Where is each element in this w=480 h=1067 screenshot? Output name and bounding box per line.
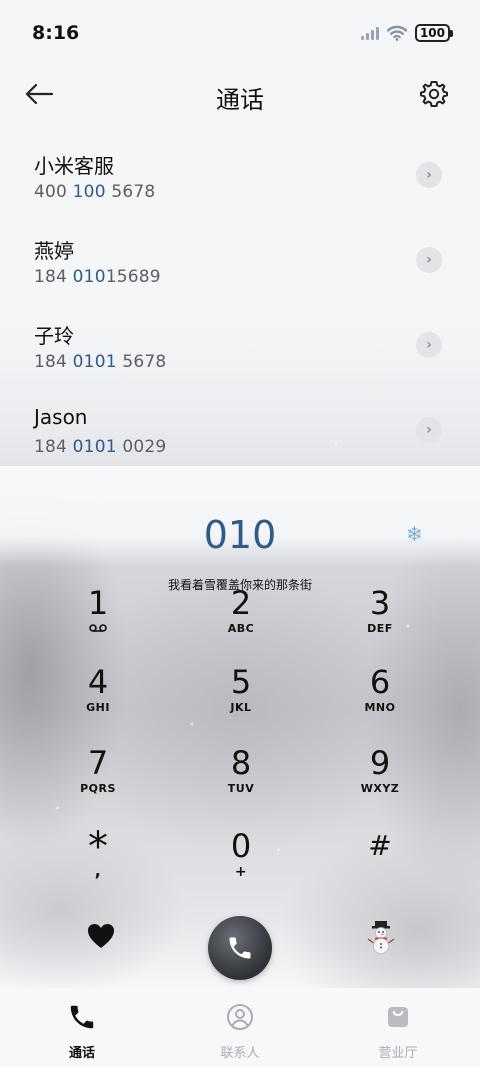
key-letters: GHI xyxy=(86,701,110,714)
key-5[interactable]: 5 JKL xyxy=(181,663,301,739)
contact-name: 燕婷 xyxy=(34,239,74,263)
key-2[interactable]: 2 ABC xyxy=(181,584,301,660)
contact-name: Jason xyxy=(34,405,88,429)
key-letters: WXYZ xyxy=(360,782,400,795)
key-letters: TUV xyxy=(227,782,255,795)
snowman-icon[interactable] xyxy=(366,920,396,954)
chevron-right-icon[interactable]: › xyxy=(416,332,442,358)
key-letters: + xyxy=(234,864,248,880)
key-7[interactable]: 7 PQRS xyxy=(38,744,158,820)
key-letters: ABC xyxy=(227,622,255,635)
key-digit: 0 xyxy=(230,827,252,865)
key-hash[interactable]: # xyxy=(320,827,440,903)
key-6[interactable]: 6 MNO xyxy=(320,663,440,739)
back-button[interactable] xyxy=(24,80,56,108)
key-letters: DEF xyxy=(367,622,393,635)
tab-contacts[interactable]: 联系人 xyxy=(180,1002,300,1061)
voicemail-icon xyxy=(89,624,107,632)
tab-calls-label: 通话 xyxy=(68,1046,95,1061)
key-digit: 4 xyxy=(87,663,109,701)
status-time: 8:16 xyxy=(32,22,80,44)
signal-icon xyxy=(360,26,379,40)
tab-calls[interactable]: 通话 xyxy=(22,1002,142,1061)
snowflake-icon[interactable]: ❄ xyxy=(406,522,423,546)
contact-avatar-icon xyxy=(227,1004,253,1030)
key-3[interactable]: 3 DEF xyxy=(320,584,440,660)
status-icons: 100 xyxy=(360,24,454,42)
key-digit: 9 xyxy=(369,744,391,782)
key-letters: PQRS xyxy=(80,782,116,795)
settings-button[interactable] xyxy=(418,78,450,110)
key-digit: 2 xyxy=(230,584,252,622)
contact-name: 小米客服 xyxy=(34,154,114,178)
wifi-icon xyxy=(386,25,407,41)
key-digit: 5 xyxy=(230,663,252,701)
tab-contacts-label: 联系人 xyxy=(220,1046,260,1061)
call-button[interactable] xyxy=(208,916,272,980)
battery-icon: 100 xyxy=(414,24,454,42)
key-digit: 8 xyxy=(230,744,252,782)
key-9[interactable]: 9 WXYZ xyxy=(320,744,440,820)
bottom-nav: 通话 联系人 营业厅 xyxy=(0,988,480,1067)
key-letters: JKL xyxy=(230,701,252,714)
black-heart-icon[interactable] xyxy=(86,922,116,952)
key-digit: * xyxy=(88,824,108,870)
key-digit: 6 xyxy=(369,663,391,701)
contact-number: 184 01015689 xyxy=(34,267,161,287)
key-digit: 1 xyxy=(87,584,109,622)
back-arrow-icon xyxy=(25,83,54,105)
key-digit: 3 xyxy=(369,584,391,622)
contact-number: 184 0101 0029 xyxy=(34,437,167,457)
key-digit: # xyxy=(368,829,392,862)
chevron-right-icon[interactable]: › xyxy=(416,162,442,188)
chevron-right-icon[interactable]: › xyxy=(416,247,442,273)
chevron-right-icon[interactable]: › xyxy=(416,417,442,443)
key-8[interactable]: 8 TUV xyxy=(181,744,301,820)
tab-service-hall[interactable]: 营业厅 xyxy=(338,1002,458,1061)
contact-name: 子玲 xyxy=(34,324,74,348)
key-letters: MNO xyxy=(364,701,396,714)
shopping-bag-icon xyxy=(388,1007,408,1027)
phone-icon xyxy=(70,1005,94,1029)
key-4[interactable]: 4 GHI xyxy=(38,663,158,739)
key-0[interactable]: 0 + xyxy=(181,827,301,903)
key-digit: 7 xyxy=(87,744,109,782)
gear-icon xyxy=(420,81,448,107)
key-letters: , xyxy=(94,861,102,880)
key-1[interactable]: 1 xyxy=(38,584,158,660)
contact-row[interactable]: 小米客服 400 100 5678 › xyxy=(0,150,480,234)
contact-number: 400 100 5678 xyxy=(34,182,156,202)
phone-icon xyxy=(229,937,251,959)
tab-service-hall-label: 营业厅 xyxy=(378,1046,418,1061)
contact-row[interactable]: 燕婷 184 01015689 › xyxy=(0,235,480,319)
contact-row[interactable]: 子玲 184 0101 5678 › xyxy=(0,320,480,404)
contact-row[interactable]: Jason 184 0101 0029 › xyxy=(0,405,480,489)
contact-number: 184 0101 5678 xyxy=(34,352,167,372)
key-star[interactable]: * , xyxy=(38,824,158,906)
